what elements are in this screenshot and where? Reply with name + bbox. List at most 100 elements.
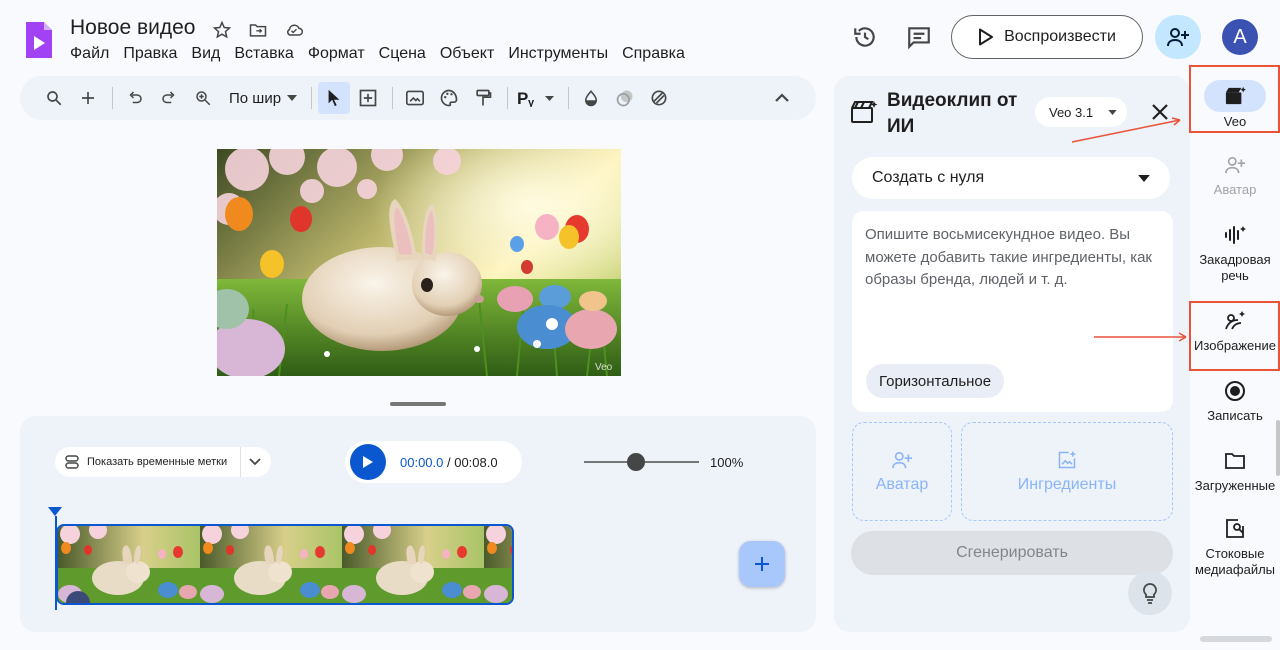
cloud-saved-icon[interactable] [282,18,306,42]
fill-color-icon[interactable] [575,82,607,114]
menu-tools[interactable]: Инструменты [501,43,615,65]
menu-scene[interactable]: Сцена [372,43,433,65]
share-button[interactable] [1155,15,1201,59]
editor-toolbar: По шир Py [20,76,816,120]
rail-label-stock-1: Стоковые [1205,546,1265,561]
menu-file[interactable]: Файл [63,43,116,65]
rail-label-voiceover-2: речь [1221,268,1249,283]
toolbar-divider [568,87,570,109]
svg-text:y: y [528,97,535,107]
toolbar-divider [392,87,394,109]
playback-controls: 00:00.0 / 00:08.0 [345,441,522,483]
history-icon[interactable] [849,21,881,53]
total-time: / 00:08.0 [447,454,498,470]
highlight-box-veo [1189,65,1280,133]
palette-icon[interactable] [433,82,465,114]
timeline-play-button[interactable] [350,444,386,480]
show-timestamps-label: Показать временные метки [87,456,228,468]
move-folder-icon[interactable] [246,18,270,42]
mode-select-value: Создать с нуля [872,169,985,186]
annotation-arrows [1071,117,1187,342]
video-watermark: Veo [595,362,613,373]
chevron-down-icon[interactable] [240,447,261,477]
comments-icon[interactable] [903,21,935,53]
play-button-label: Воспроизвести [1004,28,1116,45]
panel-title: Видеоклип от ИИ [887,90,1018,137]
video-clip[interactable] [56,524,514,605]
timeline-zoom-value: 100% [710,455,744,470]
rail-label-stock-2: медиафайлы [1194,562,1276,577]
orientation-chip[interactable]: Горизонтальное [866,364,1005,398]
redo-icon[interactable] [153,82,185,114]
menu-insert[interactable]: Вставка [227,43,300,65]
show-timestamps-button[interactable]: Показать временные метки [55,447,271,477]
folder-icon [1224,448,1246,474]
add-image-icon [1057,450,1077,470]
menu-bar: Файл Правка Вид Вставка Формат Сцена Объ… [63,43,692,65]
shadow-icon[interactable] [609,82,641,114]
image-icon[interactable] [399,82,431,114]
resize-handle[interactable] [390,402,446,406]
rail-item-voiceover[interactable]: Закадровая речь [1189,222,1280,284]
video-preview[interactable]: Veo [217,149,621,376]
toolbar-divider [507,87,509,109]
add-icon[interactable] [72,82,104,114]
zoom-icon[interactable] [187,82,219,114]
text-style-icon[interactable]: Py [514,82,560,114]
menu-object[interactable]: Объект [433,43,501,65]
ingredients-slot-label: Ингредиенты [1017,475,1117,493]
svg-text:P: P [517,89,528,107]
menu-view[interactable]: Вид [184,43,227,65]
timestamps-icon [65,455,79,469]
effects-icon[interactable] [643,82,675,114]
rail-item-stock[interactable]: Стоковые медиафайлы [1189,516,1280,578]
rail-item-record[interactable]: Записать [1189,378,1280,424]
paint-format-icon[interactable] [467,82,499,114]
play-icon [363,456,373,468]
record-icon [1224,378,1246,404]
avatar-slot-label: Аватар [875,475,929,493]
clapperboard-sparkle-icon [850,99,878,125]
toolbar-divider [311,87,313,109]
rail-label-uploads: Загруженные [1194,478,1276,493]
undo-icon[interactable] [119,82,151,114]
menu-help[interactable]: Справка [615,43,692,65]
document-title[interactable]: Новое видео [70,16,195,40]
avatar-slot[interactable]: Аватар [852,422,952,521]
rail-item-avatar[interactable]: Аватар [1189,152,1280,198]
play-icon [978,28,994,46]
horizontal-scrollbar[interactable] [1200,636,1272,642]
search-icon[interactable] [38,82,70,114]
user-avatar[interactable]: A [1222,19,1258,55]
voice-wave-icon [1223,222,1247,248]
rail-label-voiceover-1: Закадровая [1199,252,1271,267]
rail-item-uploads[interactable]: Загруженные [1189,448,1280,494]
rail-label-record: Записать [1207,408,1263,423]
lightbulb-icon[interactable] [1128,571,1172,615]
cursor-icon[interactable] [318,82,351,114]
zoom-select-label: По шир [229,89,282,107]
app-logo[interactable] [24,20,54,60]
star-icon[interactable] [210,18,234,42]
generate-button[interactable]: Сгенерировать [851,531,1173,575]
play-button[interactable]: Воспроизвести [951,15,1143,59]
add-person-icon [1224,152,1246,178]
menu-format[interactable]: Формат [301,43,372,65]
timeline-zoom-handle[interactable] [626,453,645,471]
add-person-icon [1166,26,1190,48]
caret-down-icon [287,95,298,101]
rail-label-avatar: Аватар [1213,182,1257,197]
text-box-icon[interactable] [352,82,384,114]
highlight-box-image [1189,301,1280,371]
zoom-select[interactable]: По шир [221,82,305,114]
ingredients-slot[interactable]: Ингредиенты [961,422,1173,521]
toolbar-divider [112,87,113,109]
playhead-marker[interactable] [48,507,62,516]
stock-media-icon [1224,516,1246,542]
add-scene-button[interactable] [739,541,785,587]
collapse-toolbar-icon[interactable] [766,82,798,114]
current-time: 00:00.0 [400,454,444,470]
plus-icon [755,557,769,571]
menu-edit[interactable]: Правка [116,43,184,65]
panel-edge-handle[interactable] [1276,420,1280,476]
